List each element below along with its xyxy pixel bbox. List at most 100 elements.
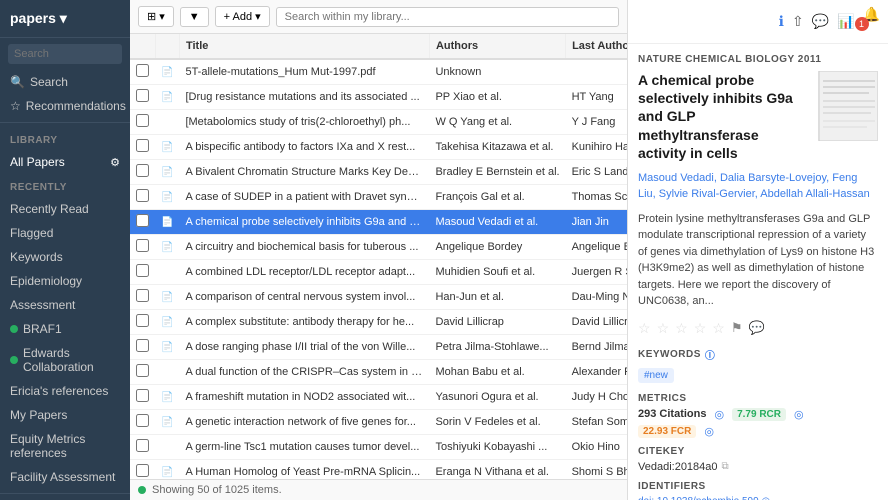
row-checkbox[interactable] <box>136 89 149 102</box>
paper-title-cell[interactable]: A Bivalent Chromatin Structure Marks Key… <box>179 160 429 185</box>
doi-link[interactable]: doi: 10.1038/nchembio.599 <box>638 496 759 500</box>
col-header-title[interactable]: Title <box>179 34 429 59</box>
table-row[interactable]: 📄A Bivalent Chromatin Structure Marks Ke… <box>130 160 627 185</box>
add-button[interactable]: + Add ▾ <box>215 6 270 27</box>
citekey-copy-icon[interactable]: ⧉ <box>722 461 729 472</box>
row-checkbox[interactable] <box>136 389 149 402</box>
star-5[interactable]: ☆ <box>712 320 727 337</box>
paper-title-cell[interactable]: A chemical probe selectively inhibits G9… <box>179 210 429 235</box>
comment-bubble-icon[interactable]: 💬 <box>748 320 766 336</box>
paper-title-cell[interactable]: A dose ranging phase I/II trial of the v… <box>179 335 429 360</box>
paper-title-cell[interactable]: A frameshift mutation in NOD2 associated… <box>179 385 429 410</box>
paper-title-cell[interactable]: A genetic interaction network of five ge… <box>179 410 429 435</box>
table-row[interactable]: 📄A dose ranging phase I/II trial of the … <box>130 335 627 360</box>
row-checkbox[interactable] <box>136 364 149 377</box>
sidebar-item-search[interactable]: 🔍 Search <box>0 70 130 94</box>
flag-icon[interactable]: ⚑ <box>731 320 745 336</box>
paper-title-cell[interactable]: A Human Homolog of Yeast Pre-mRNA Splici… <box>179 460 429 480</box>
paper-title-cell[interactable]: A dual function of the CRISPR–Cas system… <box>179 360 429 385</box>
row-checkbox[interactable] <box>136 314 149 327</box>
table-row[interactable]: 📄A frameshift mutation in NOD2 associate… <box>130 385 627 410</box>
share-icon[interactable]: ⇧ <box>792 13 804 30</box>
paper-title-cell[interactable]: 5T-allele-mutations_Hum Mut-1997.pdf <box>179 59 429 85</box>
paper-title-cell[interactable]: A circuitry and biochemical basis for tu… <box>179 235 429 260</box>
paper-title-cell[interactable]: [Metabolomics study of tris(2-chloroethy… <box>179 110 429 135</box>
search-input[interactable] <box>8 44 122 64</box>
table-row[interactable]: 📄A comparison of central nervous system … <box>130 285 627 310</box>
row-checkbox[interactable] <box>136 189 149 202</box>
row-checkbox[interactable] <box>136 214 149 227</box>
gear-icon[interactable]: ⚙ <box>110 156 120 169</box>
table-search-input[interactable] <box>276 7 619 27</box>
table-row[interactable]: 📄A circuitry and biochemical basis for t… <box>130 235 627 260</box>
sidebar-item-all-papers[interactable]: All Papers ⚙ <box>0 150 130 174</box>
row-checkbox[interactable] <box>136 114 149 127</box>
sidebar-item-my-papers[interactable]: My Papers <box>0 403 130 427</box>
table-row[interactable]: 📄A complex substitute: antibody therapy … <box>130 310 627 335</box>
sidebar-item-equity-metrics[interactable]: Equity Metrics references <box>0 427 130 465</box>
sidebar-item-facility-assessment[interactable]: Facility Assessment <box>0 465 130 489</box>
app-logo[interactable]: papers ▾ <box>0 0 130 38</box>
row-checkbox[interactable] <box>136 439 149 452</box>
table-row[interactable]: 📄A Human Homolog of Yeast Pre-mRNA Splic… <box>130 460 627 480</box>
paper-title-cell[interactable]: A germ-line Tsc1 mutation causes tumor d… <box>179 435 429 460</box>
paper-title-cell[interactable]: A complex substitute: antibody therapy f… <box>179 310 429 335</box>
filter-button[interactable]: ▼ <box>180 7 209 27</box>
sidebar-item-assessment[interactable]: Assessment <box>0 293 130 317</box>
table-row[interactable]: 📄A bispecific antibody to factors IXa an… <box>130 135 627 160</box>
comment-icon[interactable]: 💬 <box>812 13 829 30</box>
star-3[interactable]: ☆ <box>675 320 690 337</box>
sidebar-item-epidemiology[interactable]: Epidemiology <box>0 269 130 293</box>
star-4[interactable]: ☆ <box>694 320 709 337</box>
paper-title-cell[interactable]: A comparison of central nervous system i… <box>179 285 429 310</box>
star-rating[interactable]: ☆ ☆ ☆ ☆ ☆ ⚑ 💬 <box>638 320 878 337</box>
chart-icon[interactable]: 📊 <box>837 13 854 30</box>
row-checkbox[interactable] <box>136 289 149 302</box>
table-row[interactable]: [Metabolomics study of tris(2-chloroethy… <box>130 110 627 135</box>
info-icon[interactable]: ℹ <box>779 13 784 30</box>
row-checkbox[interactable] <box>136 464 149 477</box>
table-row[interactable]: 📄5T-allele-mutations_Hum Mut-1997.pdfUnk… <box>130 59 627 85</box>
rcr-value: 7.79 RCR <box>732 408 786 421</box>
view-toggle-button[interactable]: ⊞ ▾ <box>138 6 174 27</box>
col-header-authors[interactable]: Authors <box>429 34 565 59</box>
pdf-indicator: 📄 <box>155 310 179 335</box>
detail-authors[interactable]: Masoud Vedadi, Dalia Barsyte-Lovejoy, Fe… <box>638 170 878 203</box>
row-checkbox[interactable] <box>136 239 149 252</box>
row-checkbox[interactable] <box>136 64 149 77</box>
table-row[interactable]: A dual function of the CRISPR–Cas system… <box>130 360 627 385</box>
paper-title-cell[interactable]: A combined LDL receptor/LDL receptor ada… <box>179 260 429 285</box>
sidebar-item-recommendations[interactable]: ☆ Recommendations <box>0 94 130 118</box>
row-checkbox[interactable] <box>136 414 149 427</box>
table-row[interactable]: 📄A genetic interaction network of five g… <box>130 410 627 435</box>
table-row[interactable]: 📄[Drug resistance mutations and its asso… <box>130 85 627 110</box>
row-checkbox[interactable] <box>136 164 149 177</box>
sidebar-item-keywords[interactable]: Keywords <box>0 245 130 269</box>
sidebar-item-ericias[interactable]: Ericia's references <box>0 379 130 403</box>
row-checkbox[interactable] <box>136 339 149 352</box>
pdf-indicator: 📄 <box>155 160 179 185</box>
table-container: Title Authors Last Author Journ 📄5T-alle… <box>130 34 627 479</box>
sidebar-item-braf1[interactable]: BRAF1 <box>0 317 130 341</box>
pdf-indicator <box>155 435 179 460</box>
paper-title-cell[interactable]: [Drug resistance mutations and its assoc… <box>179 85 429 110</box>
keyword-tag[interactable]: #new <box>638 368 674 383</box>
star-1[interactable]: ☆ <box>638 320 653 337</box>
table-row[interactable]: A combined LDL receptor/LDL receptor ada… <box>130 260 627 285</box>
rcr-info-icon: ◎ <box>794 408 804 421</box>
star-2[interactable]: ☆ <box>657 320 672 337</box>
table-row[interactable]: 📄A chemical probe selectively inhibits G… <box>130 210 627 235</box>
table-row[interactable]: A germ-line Tsc1 mutation causes tumor d… <box>130 435 627 460</box>
authors-cell: Han-Jun et al. <box>429 285 565 310</box>
sidebar-item-edwards[interactable]: Edwards Collaboration <box>0 341 130 379</box>
paper-title-cell[interactable]: A bispecific antibody to factors IXa and… <box>179 135 429 160</box>
sidebar-item-flagged[interactable]: Flagged <box>0 221 130 245</box>
last-author-cell: Okio Hino <box>566 435 627 460</box>
paper-title-cell[interactable]: A case of SUDEP in a patient with Dravet… <box>179 185 429 210</box>
sidebar-item-recently-read[interactable]: Recently Read <box>0 197 130 221</box>
row-checkbox[interactable] <box>136 264 149 277</box>
table-row[interactable]: 📄A case of SUDEP in a patient with Drave… <box>130 185 627 210</box>
detail-abstract: Protein lysine methyltransferases G9a an… <box>638 211 878 310</box>
col-header-lastauthor[interactable]: Last Author <box>566 34 627 59</box>
row-checkbox[interactable] <box>136 139 149 152</box>
